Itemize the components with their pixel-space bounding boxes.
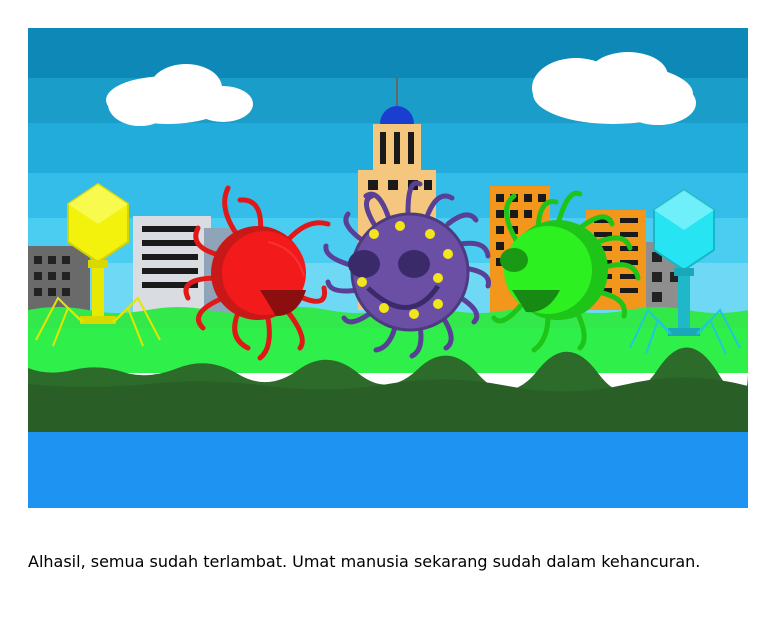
story-illustration	[28, 28, 748, 508]
story-caption: Alhasil, semua sudah terlambat. Umat man…	[28, 552, 701, 571]
river	[28, 432, 748, 508]
